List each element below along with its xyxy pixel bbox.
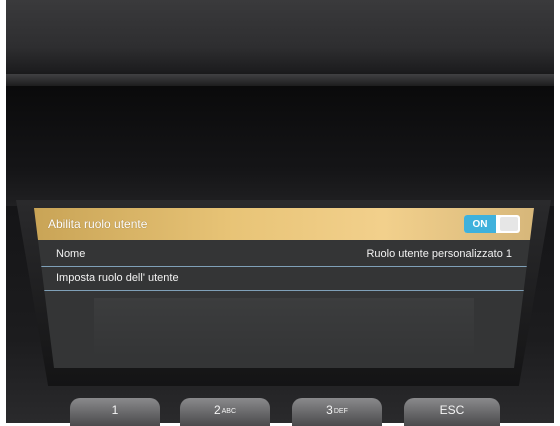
name-row[interactable]: Nome Ruolo utente personalizzato 1	[34, 242, 534, 267]
device-front-panel	[6, 86, 554, 206]
page-title: Abilita ruolo utente	[48, 217, 148, 231]
key-1[interactable]: 1	[70, 398, 160, 426]
title-bar: Abilita ruolo utente ON	[34, 208, 534, 240]
toggle-knob	[500, 217, 518, 231]
esc-key[interactable]: ESC	[404, 398, 500, 426]
name-value: Ruolo utente personalizzato 1	[366, 248, 512, 260]
name-label: Nome	[56, 248, 86, 260]
toggle-on-label: ON	[464, 215, 496, 233]
device-screen: Abilita ruolo utente ON Nome Ruolo utent…	[34, 208, 534, 368]
key-3-letters: DEF	[333, 408, 348, 415]
set-user-role-label: Imposta ruolo dell' utente	[56, 272, 179, 284]
set-user-role-row[interactable]: Imposta ruolo dell' utente	[34, 266, 534, 291]
keypad: 1 2 ABC 3 DEF ESC	[70, 392, 510, 426]
key-3[interactable]: 3 DEF	[292, 398, 382, 426]
enable-role-toggle[interactable]: ON	[464, 215, 520, 233]
key-2-letters: ABC	[221, 408, 237, 415]
key-2[interactable]: 2 ABC	[180, 398, 270, 426]
screen-glare	[94, 298, 474, 358]
